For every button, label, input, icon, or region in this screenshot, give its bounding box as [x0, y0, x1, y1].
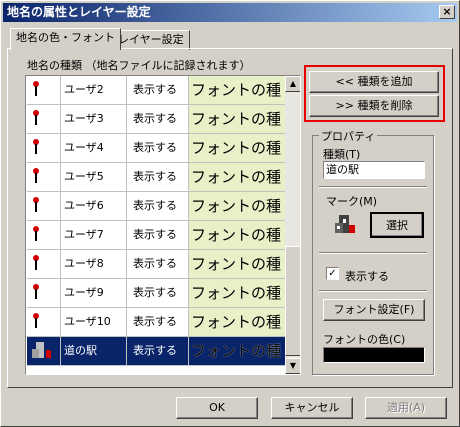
list-item-font: フォントの種 — [189, 192, 285, 220]
type-label: 種類(T) — [323, 148, 361, 161]
dialog-window: 地名の属性とレイヤー設定 × 地名の色・フォント レイヤー設定 地名の種類 （地… — [0, 0, 460, 427]
pin-icon — [27, 105, 61, 133]
list-item-display: 表示する — [127, 134, 189, 162]
pin-icon — [27, 163, 61, 191]
title-bar: 地名の属性とレイヤー設定 × — [3, 3, 457, 22]
list-item[interactable]: ユーザ7 表示する フォントの種 — [27, 221, 285, 250]
list-item[interactable]: 道の駅 表示する フォントの種 — [27, 337, 285, 366]
list-item[interactable]: ユーザ2 表示する フォントの種 — [27, 76, 285, 105]
list-item[interactable]: ユーザ10 表示する フォントの種 — [27, 308, 285, 337]
pin-icon — [27, 250, 61, 278]
pin-icon — [27, 76, 61, 104]
separator — [319, 290, 427, 292]
list-item-display: 表示する — [127, 76, 189, 104]
list-item-display: 表示する — [127, 308, 189, 336]
list-item-name: ユーザ8 — [61, 250, 127, 278]
pin-icon — [27, 279, 61, 307]
pin-icon — [27, 221, 61, 249]
tab-color-font[interactable]: 地名の色・フォント — [10, 28, 121, 50]
mark-label: マーク(M) — [326, 195, 378, 208]
list-scrollbar[interactable]: ▲ ▼ — [285, 76, 300, 374]
list-label: 地名の種類 （地名ファイルに記録されます） — [27, 59, 251, 72]
scroll-down-button[interactable]: ▼ — [285, 358, 300, 374]
list-item-font: フォントの種 — [189, 105, 285, 133]
list-item-font: フォントの種 — [189, 76, 285, 104]
font-settings-button[interactable]: フォント設定(F) — [323, 299, 425, 321]
list-item-name: ユーザ7 — [61, 221, 127, 249]
list-item[interactable]: ユーザ9 表示する フォントの種 — [27, 279, 285, 308]
list-item-display: 表示する — [127, 250, 189, 278]
list-item-font: フォントの種 — [189, 163, 285, 191]
add-type-button[interactable]: << 種類を追加 — [309, 71, 439, 93]
list-item-display: 表示する — [127, 337, 189, 365]
cancel-button[interactable]: キャンセル — [271, 397, 353, 419]
list-item-display: 表示する — [127, 279, 189, 307]
list-item-display: 表示する — [127, 105, 189, 133]
close-button[interactable]: × — [439, 5, 455, 19]
select-mark-button[interactable]: 選択 — [370, 212, 424, 238]
list-item-display: 表示する — [127, 221, 189, 249]
show-checkbox[interactable]: ✓ — [326, 267, 339, 280]
separator — [319, 186, 427, 188]
list-item-font: フォントの種 — [189, 250, 285, 278]
pin-icon — [27, 192, 61, 220]
list-item-name: ユーザ9 — [61, 279, 127, 307]
list-item-display: 表示する — [127, 163, 189, 191]
tab-layer-settings[interactable]: レイヤー設定 — [112, 30, 190, 50]
properties-title: プロパティ — [319, 128, 378, 144]
list-item[interactable]: ユーザ8 表示する フォントの種 — [27, 250, 285, 279]
list-item-font: フォントの種 — [189, 279, 285, 307]
show-label: 表示する — [345, 270, 389, 283]
scroll-up-button[interactable]: ▲ — [285, 76, 300, 92]
list-item-display: 表示する — [127, 192, 189, 220]
roadside-station-icon — [325, 211, 361, 239]
pin-icon — [27, 134, 61, 162]
list-item[interactable]: ユーザ5 表示する フォントの種 — [27, 163, 285, 192]
ok-button[interactable]: OK — [176, 397, 258, 419]
list-item-name: ユーザ5 — [61, 163, 127, 191]
list-item[interactable]: ユーザ3 表示する フォントの種 — [27, 105, 285, 134]
window-title: 地名の属性とレイヤー設定 — [7, 5, 151, 19]
apply-button[interactable]: 適用(A) — [365, 397, 447, 419]
list-item[interactable]: ユーザ4 表示する フォントの種 — [27, 134, 285, 163]
list-item-font: フォントの種 — [189, 337, 285, 365]
list-item-font: フォントの種 — [189, 308, 285, 336]
list-item-font: フォントの種 — [189, 134, 285, 162]
remove-type-button[interactable]: >> 種類を削除 — [309, 95, 439, 117]
pin-icon — [27, 308, 61, 336]
list-item-name: ユーザ3 — [61, 105, 127, 133]
list-item[interactable]: ユーザ6 表示する フォントの種 — [27, 192, 285, 221]
list-item-name: 道の駅 — [61, 337, 127, 365]
list-item-name: ユーザ2 — [61, 76, 127, 104]
list-item-name: ユーザ10 — [61, 308, 127, 336]
type-list[interactable]: ユーザ2 表示する フォントの種 ユーザ3 表示する フォントの種 ユーザ4 表示する フォント… — [25, 75, 301, 375]
roadside-station-icon — [27, 337, 61, 365]
list-item-name: ユーザ6 — [61, 192, 127, 220]
list-item-font: フォントの種 — [189, 221, 285, 249]
scroll-thumb[interactable] — [285, 246, 300, 356]
font-color-label: フォントの色(C) — [323, 333, 406, 346]
separator — [319, 252, 427, 254]
type-field[interactable]: 道の駅 — [323, 161, 425, 179]
font-color-swatch[interactable] — [323, 347, 425, 363]
list-item-name: ユーザ4 — [61, 134, 127, 162]
